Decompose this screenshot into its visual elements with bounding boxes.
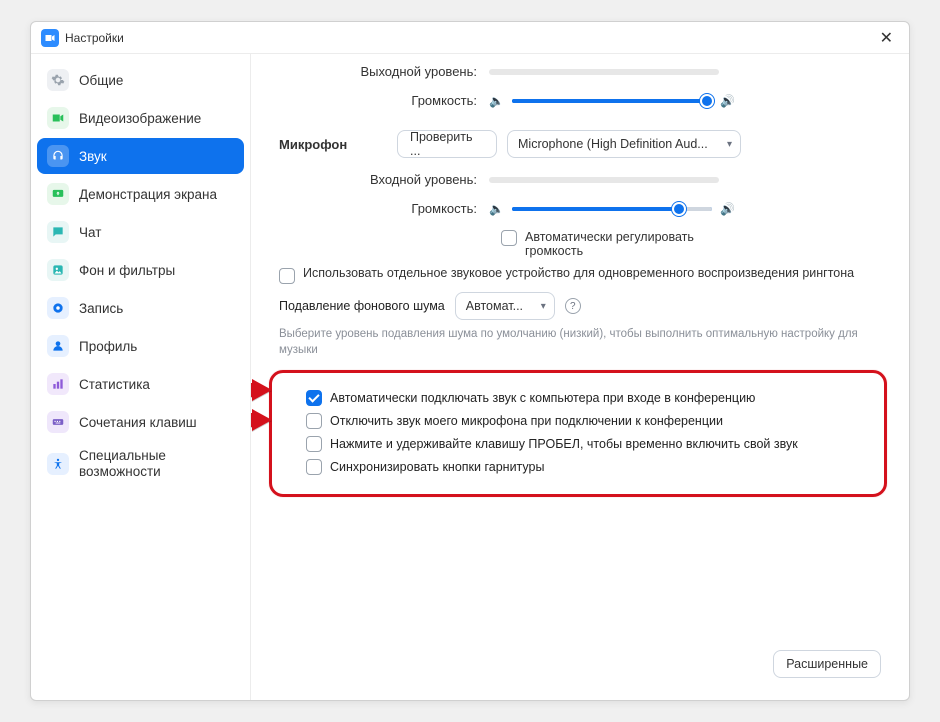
speaker-high-icon: 🔊 — [720, 94, 735, 108]
mic-volume-slider[interactable] — [512, 207, 712, 211]
option-label: Отключить звук моего микрофона при подкл… — [330, 414, 723, 428]
sidebar-item-video[interactable]: Видеоизображение — [37, 100, 244, 136]
sidebar-item-label: Демонстрация экрана — [79, 187, 217, 202]
arrow-annotation-icon — [251, 409, 272, 434]
speaker-high-icon: 🔊 — [720, 202, 735, 216]
ringtone-checkbox[interactable] — [279, 268, 295, 284]
speaker-volume-label: Громкость: — [279, 93, 489, 108]
arrow-annotation-icon — [251, 379, 272, 404]
sidebar-item-label: Чат — [79, 225, 101, 240]
sidebar-item-label: Специальные возможности — [79, 448, 234, 480]
profile-icon — [47, 335, 69, 357]
auto-adjust-checkbox[interactable] — [501, 230, 517, 246]
sidebar-item-label: Общие — [79, 73, 123, 88]
auto-adjust-row: Автоматически регулировать громкость — [501, 230, 881, 258]
headphones-icon — [47, 145, 69, 167]
speaker-low-icon: 🔈 — [489, 94, 504, 108]
noise-label: Подавление фонового шума — [279, 299, 445, 313]
speaker-volume-row: Громкость: 🔈 🔊 — [279, 93, 881, 108]
sidebar-item-accessibility[interactable]: Специальные возможности — [37, 442, 244, 486]
sidebar-item-shortcuts[interactable]: Сочетания клавиш — [37, 404, 244, 440]
mic-device-value: Microphone (High Definition Aud... — [518, 137, 708, 151]
mic-volume-row: Громкость: 🔈 🔊 — [279, 201, 881, 216]
sidebar-item-label: Статистика — [79, 377, 150, 392]
chevron-down-icon: ▾ — [541, 301, 546, 312]
output-level-row: Выходной уровень: — [279, 64, 881, 79]
sidebar-item-statistics[interactable]: Статистика — [37, 366, 244, 402]
sidebar-item-label: Звук — [79, 149, 107, 164]
sidebar-item-general[interactable]: Общие — [37, 62, 244, 98]
app-icon — [41, 29, 59, 47]
sidebar-item-label: Видеоизображение — [79, 111, 201, 126]
push-to-talk-checkbox[interactable] — [306, 436, 322, 452]
mute-mic-on-join-checkbox[interactable] — [306, 413, 322, 429]
option-label: Синхронизировать кнопки гарнитуры — [330, 460, 544, 474]
mic-device-select[interactable]: Microphone (High Definition Aud... ▾ — [507, 130, 741, 158]
sidebar-item-label: Фон и фильтры — [79, 263, 175, 278]
window-title: Настройки — [65, 31, 124, 45]
speaker-low-icon: 🔈 — [489, 202, 504, 216]
option-row: Нажмите и удерживайте клавишу ПРОБЕЛ, чт… — [306, 436, 866, 452]
accessibility-icon — [47, 453, 69, 475]
share-screen-icon — [47, 183, 69, 205]
auto-join-audio-checkbox[interactable] — [306, 390, 322, 406]
keyboard-icon — [47, 411, 69, 433]
settings-window: Настройки ✕ Общие Видеоизображение Зву — [30, 21, 910, 701]
sidebar-item-label: Сочетания клавиш — [79, 415, 197, 430]
content-area: Выходной уровень: Громкость: 🔈 🔊 Микрофо… — [251, 54, 909, 700]
option-label: Нажмите и удерживайте клавишу ПРОБЕЛ, чт… — [330, 437, 798, 451]
sidebar-item-label: Запись — [79, 301, 123, 316]
background-icon — [47, 259, 69, 281]
input-level-bar — [489, 177, 719, 183]
sidebar-item-background[interactable]: Фон и фильтры — [37, 252, 244, 288]
video-icon — [47, 107, 69, 129]
ringtone-label: Использовать отдельное звуковое устройст… — [303, 266, 881, 280]
noise-level-value: Автомат... — [466, 299, 523, 313]
sidebar-item-share[interactable]: Демонстрация экрана — [37, 176, 244, 212]
close-icon[interactable]: ✕ — [874, 26, 899, 50]
sync-headset-checkbox[interactable] — [306, 459, 322, 475]
sidebar-item-label: Профиль — [79, 339, 137, 354]
option-label: Автоматически подключать звук с компьюте… — [330, 391, 755, 405]
mic-volume-label: Громкость: — [279, 201, 489, 216]
titlebar: Настройки ✕ — [31, 22, 909, 54]
input-level-label: Входной уровень: — [279, 172, 489, 187]
gear-icon — [47, 69, 69, 91]
input-level-row: Входной уровень: — [279, 172, 881, 187]
sidebar: Общие Видеоизображение Звук Демонстрация… — [31, 54, 251, 700]
sidebar-item-chat[interactable]: Чат — [37, 214, 244, 250]
noise-level-select[interactable]: Автомат... ▾ — [455, 292, 555, 320]
test-mic-button[interactable]: Проверить ... — [397, 130, 497, 158]
microphone-section-row: Микрофон Проверить ... Microphone (High … — [279, 130, 881, 158]
highlight-annotation: Автоматически подключать звук с компьюте… — [269, 370, 887, 497]
chat-icon — [47, 221, 69, 243]
noise-suppression-row: Подавление фонового шума Автомат... ▾ ? — [279, 292, 881, 320]
record-icon — [47, 297, 69, 319]
option-row: Автоматически подключать звук с компьюте… — [306, 390, 866, 406]
ringtone-row: Использовать отдельное звуковое устройст… — [279, 266, 881, 284]
noise-hint: Выберите уровень подавления шума по умол… — [279, 326, 881, 358]
statistics-icon — [47, 373, 69, 395]
sidebar-item-recording[interactable]: Запись — [37, 290, 244, 326]
sidebar-item-profile[interactable]: Профиль — [37, 328, 244, 364]
chevron-down-icon: ▾ — [727, 139, 732, 150]
speaker-volume-slider[interactable] — [512, 99, 712, 103]
option-row: Отключить звук моего микрофона при подкл… — [306, 413, 866, 429]
output-level-bar — [489, 69, 719, 75]
help-icon[interactable]: ? — [565, 298, 581, 314]
auto-adjust-label: Автоматически регулировать громкость — [525, 230, 725, 258]
option-row: Синхронизировать кнопки гарнитуры — [306, 459, 866, 475]
microphone-section-label: Микрофон — [279, 137, 397, 152]
output-level-label: Выходной уровень: — [279, 64, 489, 79]
sidebar-item-audio[interactable]: Звук — [37, 138, 244, 174]
advanced-button[interactable]: Расширенные — [773, 650, 881, 678]
